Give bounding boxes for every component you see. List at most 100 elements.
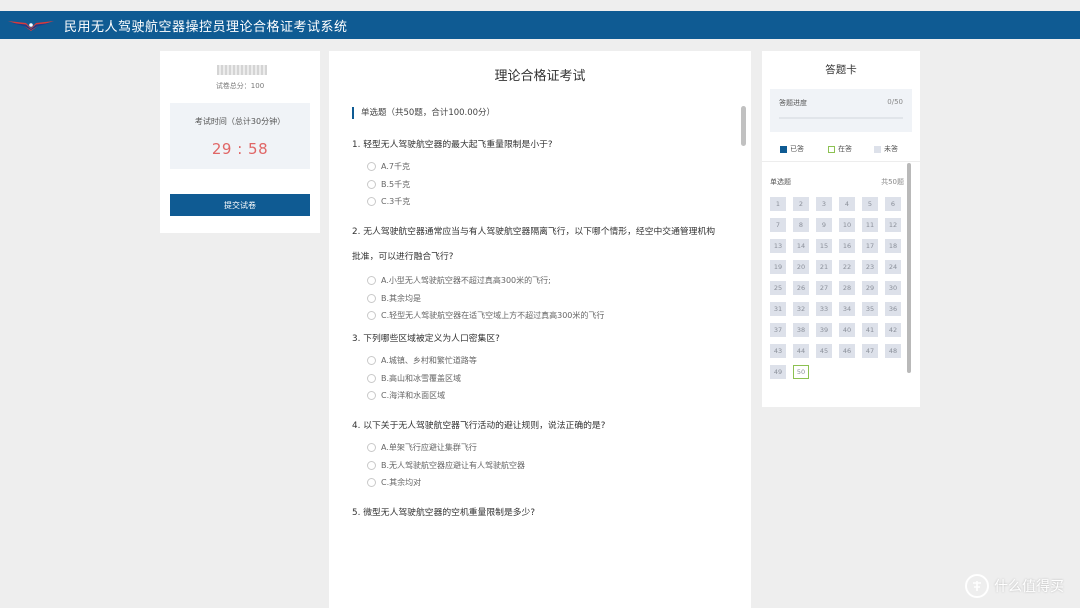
question-number-8[interactable]: 8 [793, 218, 809, 232]
divider [762, 161, 920, 162]
question-number-36[interactable]: 36 [885, 302, 901, 316]
question-number-14[interactable]: 14 [793, 239, 809, 253]
question-number-33[interactable]: 33 [816, 302, 832, 316]
option-1-a[interactable]: A.7千克 [352, 158, 737, 176]
option-1-c[interactable]: C.3千克 [352, 193, 737, 211]
option-2-a[interactable]: A.小型无人驾驶航空器不超过真高300米的飞行; [352, 272, 737, 290]
legend-answered: 已答 [780, 144, 804, 154]
question-number-2[interactable]: 2 [793, 197, 809, 211]
question-number-49[interactable]: 49 [770, 365, 786, 379]
question-number-16[interactable]: 16 [839, 239, 855, 253]
question-number-3[interactable]: 3 [816, 197, 832, 211]
radio-icon[interactable] [367, 197, 376, 207]
question-number-48[interactable]: 48 [885, 344, 901, 358]
question-number-27[interactable]: 27 [816, 281, 832, 295]
question-number-50[interactable]: 50 [793, 365, 809, 379]
question-number-18[interactable]: 18 [885, 239, 901, 253]
radio-icon[interactable] [367, 179, 376, 189]
question-number-47[interactable]: 47 [862, 344, 878, 358]
radio-icon[interactable] [367, 311, 376, 321]
question-number-35[interactable]: 35 [862, 302, 878, 316]
watermark: 什么值得买 [965, 574, 1064, 598]
answer-card-scrollbar[interactable] [907, 163, 911, 373]
option-text: A.小型无人驾驶航空器不超过真高300米的飞行; [381, 276, 551, 286]
option-4-b[interactable]: B.无人驾驶航空器应避让有人驾驶航空器 [352, 457, 737, 475]
question-number-19[interactable]: 19 [770, 260, 786, 274]
question-number-10[interactable]: 10 [839, 218, 855, 232]
option-4-c[interactable]: C.其余均对 [352, 474, 737, 492]
radio-icon[interactable] [367, 391, 376, 401]
question-number-15[interactable]: 15 [816, 239, 832, 253]
question-3: 3. 下列哪些区域被定义为人口密集区? A.城镇、乡村和繁忙道路等 B.高山和冰… [352, 327, 737, 405]
question-panel: 理论合格证考试 单选题（共50题，合计100.00分） 1. 轻型无人驾驶航空器… [329, 51, 751, 608]
question-number-28[interactable]: 28 [839, 281, 855, 295]
question-text: 4. 以下关于无人驾驶航空器飞行活动的避让规则，说法正确的是? [352, 421, 606, 431]
radio-icon[interactable] [367, 162, 376, 172]
question-number-24[interactable]: 24 [885, 260, 901, 274]
question-number-45[interactable]: 45 [816, 344, 832, 358]
radio-icon[interactable] [367, 460, 376, 470]
question-number-6[interactable]: 6 [885, 197, 901, 211]
question-number-21[interactable]: 21 [816, 260, 832, 274]
question-number-5[interactable]: 5 [862, 197, 878, 211]
question-number-41[interactable]: 41 [862, 323, 878, 337]
question-number-40[interactable]: 40 [839, 323, 855, 337]
question-number-32[interactable]: 32 [793, 302, 809, 316]
answer-card-title: 答题卡 [825, 64, 857, 76]
card-section-label: 单选题 [770, 178, 791, 186]
submit-exam-button[interactable]: 提交试卷 [170, 194, 310, 216]
radio-icon[interactable] [367, 478, 376, 488]
question-number-44[interactable]: 44 [793, 344, 809, 358]
radio-icon[interactable] [367, 356, 376, 366]
radio-icon[interactable] [367, 373, 376, 383]
option-3-b[interactable]: B.高山和冰雪覆盖区域 [352, 370, 737, 388]
question-number-26[interactable]: 26 [793, 281, 809, 295]
option-4-a[interactable]: A.单架飞行应避让集群飞行 [352, 439, 737, 457]
option-3-a[interactable]: A.城镇、乡村和繁忙道路等 [352, 352, 737, 370]
answered-swatch-icon [780, 145, 787, 153]
question-number-46[interactable]: 46 [839, 344, 855, 358]
question-number-30[interactable]: 30 [885, 281, 901, 295]
option-2-b[interactable]: B.其余均是 [352, 290, 737, 308]
question-number-42[interactable]: 42 [885, 323, 901, 337]
question-text: 3. 下列哪些区域被定义为人口密集区? [352, 334, 500, 344]
system-title: 民用无人驾驶航空器操控员理论合格证考试系统 [64, 19, 348, 35]
question-number-31[interactable]: 31 [770, 302, 786, 316]
radio-icon[interactable] [367, 293, 376, 303]
radio-icon[interactable] [367, 276, 376, 286]
total-score: 试卷总分：100 [215, 82, 265, 90]
question-number-11[interactable]: 11 [862, 218, 878, 232]
question-number-29[interactable]: 29 [862, 281, 878, 295]
option-2-c[interactable]: C.轻型无人驾驶航空器在适飞空域上方不超过真高300米的飞行 [352, 307, 737, 325]
question-number-43[interactable]: 43 [770, 344, 786, 358]
question-number-7[interactable]: 7 [770, 218, 786, 232]
option-text: A.7千克 [381, 162, 410, 172]
question-number-38[interactable]: 38 [793, 323, 809, 337]
option-3-c[interactable]: C.海洋和水面区域 [352, 387, 737, 405]
question-number-39[interactable]: 39 [816, 323, 832, 337]
question-number-20[interactable]: 20 [793, 260, 809, 274]
question-number-4[interactable]: 4 [839, 197, 855, 211]
question-number-17[interactable]: 17 [862, 239, 878, 253]
question-number-12[interactable]: 12 [885, 218, 901, 232]
question-number-9[interactable]: 9 [816, 218, 832, 232]
header-bar: 民用无人驾驶航空器操控员理论合格证考试系统 [0, 11, 1080, 39]
section-heading: 单选题（共50题，合计100.00分） [352, 107, 495, 119]
legend-current: 在答 [828, 144, 852, 154]
option-1-b[interactable]: B.5千克 [352, 176, 737, 194]
option-text: C.海洋和水面区域 [381, 391, 446, 401]
question-number-22[interactable]: 22 [839, 260, 855, 274]
question-scrollbar[interactable] [741, 106, 746, 146]
question-text: 5. 微型无人驾驶航空器的空机重量限制是多少? [352, 508, 536, 518]
legend-current-label: 在答 [838, 145, 852, 153]
question-number-1[interactable]: 1 [770, 197, 786, 211]
question-number-34[interactable]: 34 [839, 302, 855, 316]
legend-unanswered-label: 未答 [884, 145, 898, 153]
progress-count: 0/50 [887, 98, 903, 106]
question-number-37[interactable]: 37 [770, 323, 786, 337]
question-number-25[interactable]: 25 [770, 281, 786, 295]
timer-box: 考试时间（总计30分钟） 29 : 58 [170, 103, 310, 169]
radio-icon[interactable] [367, 443, 376, 453]
question-number-23[interactable]: 23 [862, 260, 878, 274]
question-number-13[interactable]: 13 [770, 239, 786, 253]
